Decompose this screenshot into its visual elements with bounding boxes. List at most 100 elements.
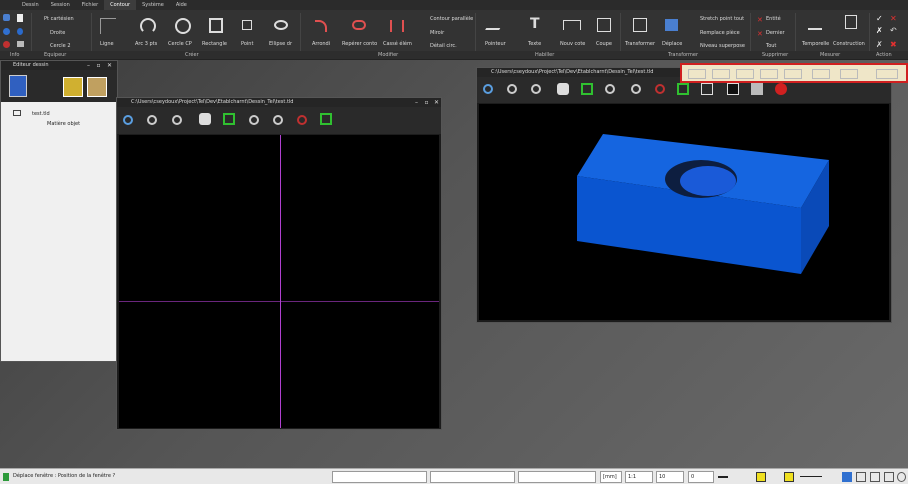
pointer-tool-icon[interactable]: [485, 20, 505, 30]
texte-button[interactable]: Texte: [528, 41, 541, 47]
drawing-tool-icon[interactable]: [9, 75, 27, 97]
tout-button[interactable]: Tout: [766, 43, 776, 49]
zoom-dynamic-icon[interactable]: [297, 115, 307, 125]
move-tool-icon[interactable]: [665, 19, 678, 31]
transformer-button[interactable]: Transformer: [625, 41, 655, 47]
delete-last-icon[interactable]: ✕: [757, 30, 763, 38]
contour-tool-icon[interactable]: [352, 20, 366, 30]
text-tool-icon[interactable]: T: [530, 16, 540, 32]
pt-cartesien-button[interactable]: Pt cartésien: [44, 16, 74, 22]
menu-systeme[interactable]: Système: [136, 0, 170, 10]
pan-icon[interactable]: [199, 113, 211, 125]
cancel-icon[interactable]: ✗: [876, 26, 883, 35]
view-strip-highlight[interactable]: [680, 63, 908, 83]
view-top-icon[interactable]: [688, 69, 706, 79]
check-icon[interactable]: ✓: [876, 14, 883, 23]
break-tool-icon[interactable]: [390, 20, 404, 32]
circle-tool-icon[interactable]: [175, 18, 191, 34]
contour-parallele-button[interactable]: Contour parallèle: [430, 16, 473, 22]
ellipse-dr-button[interactable]: Ellipse dr: [269, 41, 292, 47]
dernier-button[interactable]: Dernier: [766, 30, 785, 36]
view-bottom-icon[interactable]: [712, 69, 730, 79]
menu-contour[interactable]: Contour: [104, 0, 137, 10]
wireframe-icon[interactable]: [727, 83, 739, 95]
view-right-icon[interactable]: [760, 69, 778, 79]
arc-3pts-button[interactable]: Arc 3 pts: [135, 41, 157, 47]
view-iso1-icon[interactable]: [840, 69, 858, 79]
snap-icon[interactable]: [842, 472, 852, 482]
zoom-icon[interactable]: [483, 84, 493, 94]
niveau-superpose-button[interactable]: Niveau superpose: [700, 43, 745, 49]
zoom-icon[interactable]: ✗: [876, 40, 883, 49]
arc-tool-icon[interactable]: [140, 18, 156, 34]
status-field-3[interactable]: [518, 471, 596, 483]
group-habiller[interactable]: Habiller: [535, 52, 554, 58]
zoom-previous-icon[interactable]: [273, 115, 283, 125]
ruler-tool-icon[interactable]: [808, 18, 822, 30]
redo-icon[interactable]: ↶: [890, 26, 897, 35]
zoom-in-icon[interactable]: [531, 84, 541, 94]
temporelle-button[interactable]: Temporelle: [802, 41, 829, 47]
pointeur-button[interactable]: Pointeur: [485, 41, 506, 47]
group-mesurer[interactable]: Mesurer: [820, 52, 840, 58]
zoom-window-icon[interactable]: [605, 84, 615, 94]
printer-icon[interactable]: [17, 41, 24, 47]
menu-session[interactable]: Session: [45, 0, 76, 10]
dimension-tool-icon[interactable]: [563, 20, 581, 30]
group-supprimer[interactable]: Supprimer: [762, 52, 788, 58]
close-icon[interactable]: ✕: [106, 62, 113, 69]
transform-tool-icon[interactable]: [633, 18, 647, 32]
zoom-window-icon[interactable]: [249, 115, 259, 125]
count-field[interactable]: 0: [688, 471, 714, 483]
pan-icon[interactable]: [557, 83, 569, 95]
coupe-button[interactable]: Coupe: [596, 41, 612, 47]
info-circle-icon[interactable]: [17, 28, 23, 35]
casse-element-button[interactable]: Cassé élém: [383, 41, 412, 47]
rectangle-tool-icon[interactable]: [209, 18, 223, 33]
edit-selection-icon[interactable]: [63, 77, 83, 97]
entite-button[interactable]: Entité: [766, 16, 781, 22]
cercle2-button[interactable]: Cercle 2: [50, 43, 71, 49]
delete-selection-icon[interactable]: [87, 77, 107, 97]
view-iso2-icon[interactable]: [876, 69, 898, 79]
zoom-out-icon[interactable]: [507, 84, 517, 94]
grid-toggle-icon[interactable]: [856, 472, 866, 482]
fillet-tool-icon[interactable]: [315, 20, 327, 32]
shaded-icon[interactable]: [751, 83, 763, 95]
scale-field[interactable]: 1:1: [625, 471, 653, 483]
view-3d-icon[interactable]: [320, 113, 332, 125]
group-modifier[interactable]: Modifier: [378, 52, 398, 58]
window-2d-titlebar[interactable]: C:\Users\cseydoux\Project\Tel\Dev\Etablc…: [117, 98, 441, 107]
reperer-contour-button[interactable]: Repérer conto: [342, 41, 377, 47]
new-icon[interactable]: [3, 14, 10, 21]
deplace-button[interactable]: Déplace: [662, 41, 682, 47]
group-equipeur[interactable]: Equipeur: [44, 52, 66, 58]
cercle-cp-button[interactable]: Cercle CP: [168, 41, 192, 47]
group-action[interactable]: Action: [876, 52, 892, 58]
minimize-icon[interactable]: –: [413, 99, 420, 106]
settings-icon[interactable]: [897, 472, 906, 482]
document-icon[interactable]: [17, 14, 23, 22]
construction-tool-icon[interactable]: [845, 15, 857, 29]
arrondi-button[interactable]: Arrondi: [312, 41, 330, 47]
point-button[interactable]: Point: [241, 41, 253, 47]
undo-icon[interactable]: ✕: [890, 14, 897, 23]
unit-field[interactable]: [mm]: [600, 471, 622, 483]
ligne-button[interactable]: Ligne: [100, 41, 114, 47]
group-transformer[interactable]: Transformer: [668, 52, 698, 58]
menu-aide[interactable]: Aide: [170, 0, 193, 10]
line-weight-icon[interactable]: [800, 476, 822, 477]
status-field-1[interactable]: [332, 471, 427, 483]
zoom-in-icon[interactable]: [172, 115, 182, 125]
point-tool-icon[interactable]: [242, 20, 252, 30]
zoom-out-icon[interactable]: [147, 115, 157, 125]
color-swatch-icon[interactable]: [756, 472, 766, 482]
droite-button[interactable]: Droite: [50, 30, 65, 36]
zoom-fit-icon[interactable]: [223, 113, 235, 125]
tree-child[interactable]: Matière objet: [47, 121, 80, 127]
ortho-toggle-icon[interactable]: [870, 472, 880, 482]
info-icon[interactable]: [3, 28, 10, 35]
view-front-icon[interactable]: [677, 83, 689, 95]
polar-toggle-icon[interactable]: [884, 472, 894, 482]
window-2d-canvas[interactable]: [119, 135, 439, 428]
